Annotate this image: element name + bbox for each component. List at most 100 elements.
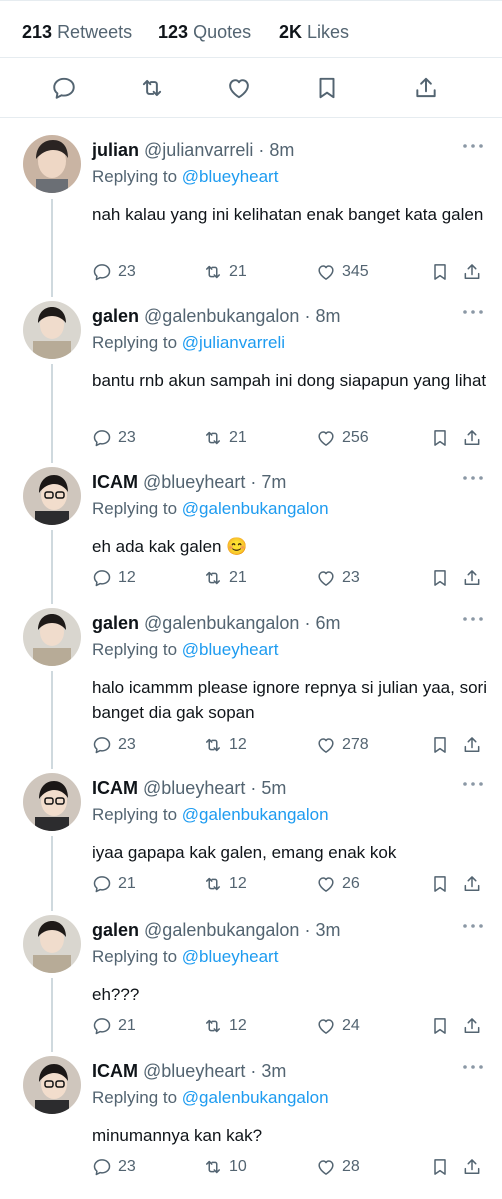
bookmark-icon[interactable] bbox=[430, 428, 450, 448]
timestamp[interactable]: · 6m bbox=[304, 613, 340, 633]
display-name[interactable]: galen bbox=[92, 920, 139, 940]
reply-button[interactable]: 23 bbox=[92, 1155, 136, 1179]
replying-to-handle[interactable]: @julianvarreli bbox=[182, 333, 285, 352]
retweets-label: Retweets bbox=[57, 22, 133, 42]
user-handle[interactable]: @galenbukangalon bbox=[144, 306, 299, 326]
share-icon[interactable] bbox=[462, 428, 482, 448]
retweet-button[interactable]: 12 bbox=[203, 733, 247, 757]
share-icon[interactable] bbox=[462, 874, 482, 894]
reply-button[interactable]: 12 bbox=[92, 566, 136, 590]
user-handle[interactable]: @julianvarreli bbox=[144, 140, 253, 160]
like-button[interactable]: 23 bbox=[316, 566, 360, 590]
timestamp[interactable]: · 8m bbox=[304, 306, 340, 326]
timestamp[interactable]: · 7m bbox=[250, 472, 286, 492]
retweet-button[interactable]: 12 bbox=[203, 1014, 247, 1038]
bookmark-icon[interactable] bbox=[430, 568, 450, 588]
retweet-button[interactable]: 21 bbox=[203, 260, 247, 284]
share-icon[interactable] bbox=[462, 262, 482, 282]
reply-text: eh??? bbox=[92, 985, 140, 1004]
display-name[interactable]: ICAM bbox=[92, 1061, 138, 1081]
timestamp[interactable]: · 3m bbox=[304, 920, 340, 940]
replying-to-handle[interactable]: @blueyheart bbox=[182, 167, 279, 186]
retweet-icon[interactable] bbox=[139, 75, 165, 101]
replying-to: Replying to @galenbukangalon bbox=[92, 1088, 329, 1108]
more-icon[interactable] bbox=[462, 781, 484, 787]
share-icon[interactable] bbox=[462, 735, 482, 755]
more-icon[interactable] bbox=[462, 309, 484, 315]
avatar[interactable] bbox=[23, 467, 81, 525]
reply-text: eh ada kak galen 😊 bbox=[92, 537, 248, 556]
replying-to-handle[interactable]: @galenbukangalon bbox=[182, 1088, 329, 1107]
bookmark-icon[interactable] bbox=[430, 735, 450, 755]
reply-button[interactable]: 23 bbox=[92, 260, 136, 284]
bookmark-icon[interactable] bbox=[430, 262, 450, 282]
likes-stat[interactable]: 2K Likes bbox=[279, 22, 349, 43]
like-button[interactable]: 345 bbox=[316, 260, 369, 284]
display-name[interactable]: julian bbox=[92, 140, 139, 160]
more-icon[interactable] bbox=[462, 616, 484, 622]
share-icon[interactable] bbox=[462, 1016, 482, 1036]
thread-line bbox=[51, 978, 53, 1052]
user-handle[interactable]: @galenbukangalon bbox=[144, 613, 299, 633]
reply-button[interactable]: 21 bbox=[92, 872, 136, 896]
retweets-stat[interactable]: 213 Retweets bbox=[22, 22, 132, 43]
timestamp[interactable]: · 8m bbox=[258, 140, 294, 160]
reply-button[interactable]: 23 bbox=[92, 426, 136, 450]
user-handle[interactable]: @blueyheart bbox=[143, 778, 245, 798]
comment-icon[interactable] bbox=[51, 75, 77, 101]
retweet-button[interactable]: 12 bbox=[203, 872, 247, 896]
more-icon[interactable] bbox=[462, 923, 484, 929]
comment-icon bbox=[93, 430, 111, 447]
heart-icon[interactable] bbox=[226, 75, 252, 101]
avatar[interactable] bbox=[23, 301, 81, 359]
quotes-count: 123 bbox=[158, 22, 189, 42]
reply-header: galen @galenbukangalon · 8m bbox=[92, 306, 340, 327]
more-icon[interactable] bbox=[462, 143, 484, 149]
like-button[interactable]: 256 bbox=[316, 426, 369, 450]
display-name[interactable]: ICAM bbox=[92, 472, 138, 492]
avatar[interactable] bbox=[23, 1056, 81, 1114]
user-handle[interactable]: @galenbukangalon bbox=[144, 920, 299, 940]
replying-to-handle[interactable]: @blueyheart bbox=[182, 947, 279, 966]
avatar[interactable] bbox=[23, 915, 81, 973]
reply-header: galen @galenbukangalon · 3m bbox=[92, 920, 340, 941]
bookmark-icon[interactable] bbox=[430, 874, 450, 894]
timestamp[interactable]: · 3m bbox=[250, 1061, 286, 1081]
bookmark-icon[interactable] bbox=[430, 1016, 450, 1036]
replying-to-handle[interactable]: @blueyheart bbox=[182, 640, 279, 659]
avatar[interactable] bbox=[23, 773, 81, 831]
share-icon[interactable] bbox=[413, 75, 439, 101]
share-icon[interactable] bbox=[462, 568, 482, 588]
like-button[interactable]: 28 bbox=[316, 1155, 360, 1179]
reply-button[interactable]: 21 bbox=[92, 1014, 136, 1038]
bookmark-icon[interactable] bbox=[430, 1157, 450, 1177]
thread-line bbox=[51, 836, 53, 911]
replying-to-handle[interactable]: @galenbukangalon bbox=[182, 499, 329, 518]
avatar[interactable] bbox=[23, 135, 81, 193]
display-name[interactable]: ICAM bbox=[92, 778, 138, 798]
retweet-icon bbox=[206, 877, 220, 891]
bookmark-icon[interactable] bbox=[314, 75, 340, 101]
more-icon[interactable] bbox=[462, 475, 484, 481]
quotes-stat[interactable]: 123 Quotes bbox=[158, 22, 251, 43]
display-name[interactable]: galen bbox=[92, 306, 139, 326]
likes-count: 2K bbox=[279, 22, 303, 42]
retweet-button[interactable]: 10 bbox=[203, 1155, 247, 1179]
retweet-button[interactable]: 21 bbox=[203, 426, 247, 450]
timestamp[interactable]: · 5m bbox=[250, 778, 286, 798]
replying-to-handle[interactable]: @galenbukangalon bbox=[182, 805, 329, 824]
share-icon[interactable] bbox=[462, 1157, 482, 1177]
like-count: 26 bbox=[342, 875, 360, 892]
avatar[interactable] bbox=[23, 608, 81, 666]
reply-button[interactable]: 23 bbox=[92, 733, 136, 757]
like-button[interactable]: 278 bbox=[316, 733, 369, 757]
user-handle[interactable]: @blueyheart bbox=[143, 1061, 245, 1081]
display-name[interactable]: galen bbox=[92, 613, 139, 633]
like-button[interactable]: 24 bbox=[316, 1014, 360, 1038]
like-button[interactable]: 26 bbox=[316, 872, 360, 896]
user-handle[interactable]: @blueyheart bbox=[143, 472, 245, 492]
more-icon[interactable] bbox=[462, 1064, 484, 1070]
retweet-icon bbox=[206, 571, 220, 585]
thread-line bbox=[51, 199, 53, 297]
retweet-button[interactable]: 21 bbox=[203, 566, 247, 590]
